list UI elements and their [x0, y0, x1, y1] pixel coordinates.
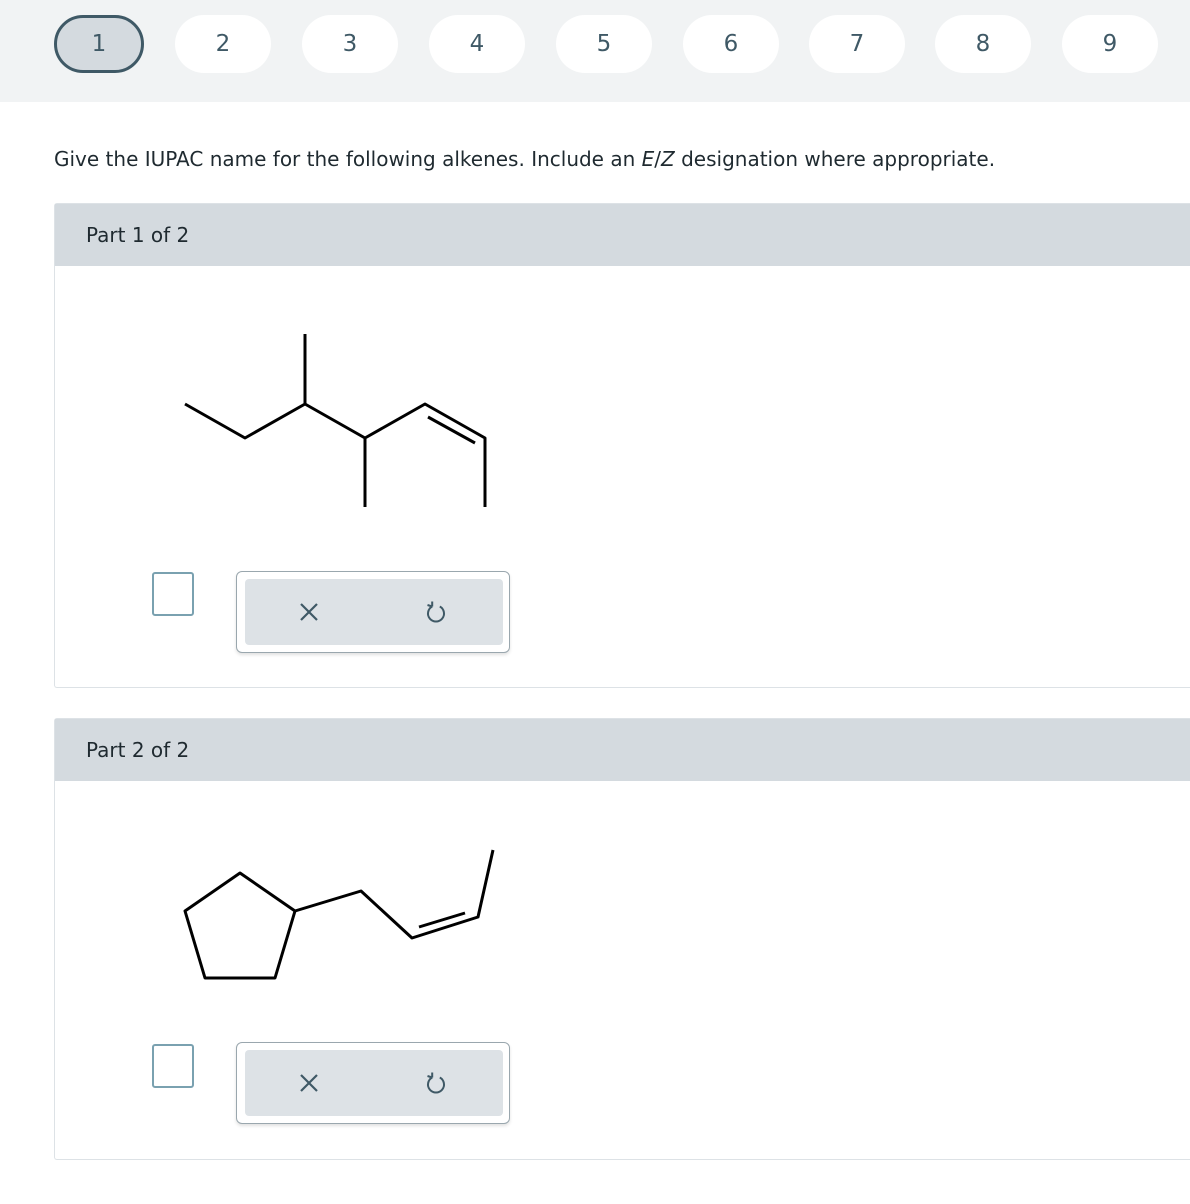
part-2-answer-checkbox[interactable]	[152, 1044, 194, 1088]
question-5-button[interactable]: 5	[556, 15, 652, 73]
part-1-molecule-structure	[184, 334, 487, 507]
prompt-e-label: E	[641, 147, 655, 171]
undo-icon[interactable]	[418, 1065, 454, 1101]
part-1-header: Part 1 of 2	[55, 204, 1190, 266]
question-9-button[interactable]: 9	[1062, 15, 1158, 73]
part-1-answer-checkbox[interactable]	[152, 572, 194, 616]
question-8-button[interactable]: 8	[935, 15, 1031, 73]
question-1-button[interactable]: 1	[54, 15, 144, 73]
part-2-molecule-structure	[183, 849, 495, 980]
question-3-button[interactable]: 3	[302, 15, 398, 73]
undo-icon[interactable]	[418, 594, 454, 630]
part-1-label: Part 1 of 2	[86, 223, 190, 247]
prompt-z-label: Z	[661, 147, 675, 171]
part-1-answer-toolbox	[236, 571, 510, 653]
close-icon[interactable]	[291, 1065, 327, 1101]
prompt-text-end: designation where appropriate.	[674, 147, 996, 171]
question-2-button[interactable]: 2	[175, 15, 271, 73]
close-icon[interactable]	[291, 594, 327, 630]
question-4-button[interactable]: 4	[429, 15, 525, 73]
question-prompt: Give the IUPAC name for the following al…	[54, 147, 995, 171]
part-2-label: Part 2 of 2	[86, 738, 190, 762]
question-navigation: 1 2 3 4 5 6 7 8 9	[0, 0, 1190, 102]
question-7-button[interactable]: 7	[809, 15, 905, 73]
question-6-button[interactable]: 6	[683, 15, 779, 73]
part-2-header: Part 2 of 2	[55, 719, 1190, 781]
part-1-toolbar	[245, 579, 503, 645]
part-2-panel: Part 2 of 2	[54, 718, 1190, 1160]
prompt-text-start: Give the IUPAC name for the following al…	[54, 147, 642, 171]
part-1-panel: Part 1 of 2	[54, 203, 1190, 688]
part-2-toolbar	[245, 1050, 503, 1116]
part-2-answer-toolbox	[236, 1042, 510, 1124]
